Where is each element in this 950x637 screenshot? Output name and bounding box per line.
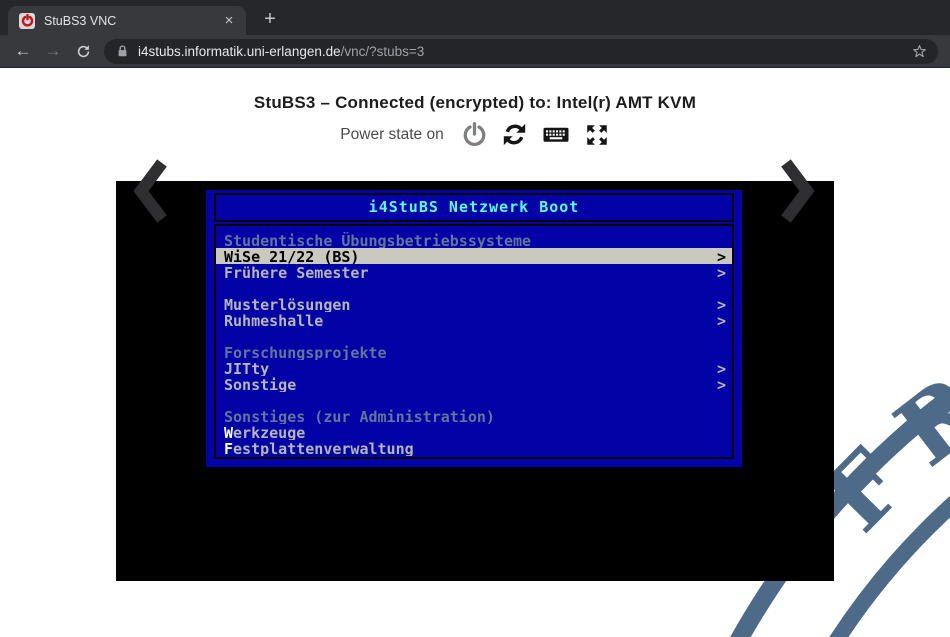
new-tab-button[interactable]: +	[256, 7, 284, 33]
menu-blank-row	[216, 328, 732, 344]
menu-item[interactable]: Frühere Semester>	[216, 264, 732, 280]
reload-icon[interactable]	[72, 43, 94, 60]
submenu-arrow-icon: >	[716, 296, 726, 312]
menu-item-label: Ruhmeshalle	[224, 312, 716, 328]
submenu-arrow-icon	[716, 408, 726, 424]
vnc-connection-title: StuBS3 – Connected (encrypted) to: Intel…	[0, 68, 950, 113]
menu-item-label: Sonstiges (zur Administration)	[224, 408, 716, 424]
power-state-label: Power state on	[340, 126, 443, 144]
menu-item-label: WiSe 21/22 (BS)	[224, 248, 716, 264]
menu-item[interactable]: Werkzeuge	[216, 424, 732, 440]
menu-item[interactable]: Festplattenverwaltung	[216, 440, 732, 456]
menu-item-label: Frühere Semester	[224, 264, 716, 280]
menu-item[interactable]: Sonstige>	[216, 376, 732, 392]
menu-blank-row	[216, 280, 732, 296]
menu-item-hotkey: W	[224, 424, 233, 440]
bookmark-star-icon[interactable]	[911, 43, 928, 60]
chevron-left-icon[interactable]	[133, 158, 169, 229]
tab-strip: StuBS3 VNC × +	[0, 0, 950, 35]
menu-item[interactable]: Ruhmeshalle>	[216, 312, 732, 328]
submenu-arrow-icon: >	[716, 264, 726, 280]
boot-menu-list: Studentische ÜbungsbetriebssystemeWiSe 2…	[214, 224, 734, 459]
submenu-arrow-icon: >	[716, 360, 726, 376]
vnc-page: FRIDE VT	[0, 68, 950, 637]
vnc-control-row: Power state on	[0, 121, 950, 148]
chevron-right-icon[interactable]	[779, 158, 815, 229]
submenu-arrow-icon: >	[716, 376, 726, 392]
lock-icon	[116, 44, 129, 58]
submenu-arrow-icon	[716, 424, 726, 440]
seal-portrait-engraving	[874, 585, 950, 637]
menu-item-label: Sonstige	[224, 376, 716, 392]
menu-item-label: Festplattenverwaltung	[224, 440, 716, 456]
url-path: /vnc/?stubs=3	[341, 44, 425, 59]
menu-item-label: Studentische Übungsbetriebssysteme	[224, 232, 716, 248]
menu-item[interactable]: JITty>	[216, 360, 732, 376]
fullscreen-icon[interactable]	[584, 122, 610, 148]
menu-item-label: Forschungsprojekte	[224, 344, 716, 360]
browser-tab[interactable]: StuBS3 VNC ×	[8, 6, 246, 35]
boot-menu-dialog: i4StuBS Netzwerk Boot Studentische Übung…	[206, 190, 742, 467]
menu-section-header: Sonstiges (zur Administration)	[216, 408, 732, 424]
tab-close-icon[interactable]: ×	[220, 12, 238, 29]
back-icon[interactable]: ←	[12, 41, 34, 61]
address-bar[interactable]: i4stubs.informatik.uni-erlangen.de/vnc/?…	[104, 39, 938, 64]
menu-section-header: Forschungsprojekte	[216, 344, 732, 360]
url-text: i4stubs.informatik.uni-erlangen.de/vnc/?…	[138, 44, 424, 59]
submenu-arrow-icon	[716, 232, 726, 248]
forward-icon: →	[42, 41, 64, 61]
menu-blank-row	[216, 392, 732, 408]
menu-item-label: Musterlösungen	[224, 296, 716, 312]
menu-item[interactable]: WiSe 21/22 (BS)>	[216, 248, 732, 264]
menu-item-label: Werkzeuge	[224, 424, 716, 440]
boot-menu-title: i4StuBS Netzwerk Boot	[214, 193, 734, 222]
browser-toolbar: ← → i4stubs.informatik.uni-erlangen.de/v…	[0, 35, 950, 68]
sync-icon[interactable]	[501, 121, 528, 148]
submenu-arrow-icon: >	[716, 248, 726, 264]
menu-item-hotkey: F	[224, 440, 233, 456]
submenu-arrow-icon: >	[716, 312, 726, 328]
menu-section-header: Studentische Übungsbetriebssysteme	[216, 232, 732, 248]
keyboard-icon[interactable]	[541, 122, 571, 147]
stubs-favicon	[19, 13, 35, 29]
url-host: i4stubs.informatik.uni-erlangen.de	[138, 44, 341, 59]
power-glyph-icon	[21, 14, 34, 27]
menu-item[interactable]: Musterlösungen>	[216, 296, 732, 312]
submenu-arrow-icon	[716, 344, 726, 360]
submenu-arrow-icon	[716, 440, 726, 456]
menu-item-label: JITty	[224, 360, 716, 376]
power-icon[interactable]	[461, 121, 488, 148]
tab-title: StuBS3 VNC	[44, 14, 220, 28]
vnc-screen[interactable]: i4StuBS Netzwerk Boot Studentische Übung…	[116, 181, 834, 581]
